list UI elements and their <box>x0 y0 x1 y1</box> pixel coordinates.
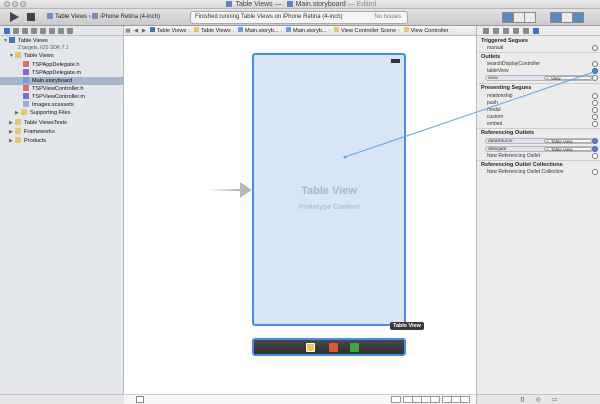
connection-drag-line <box>343 71 595 159</box>
xcode-window: Table Views — Main.storyboard — Edited T… <box>0 0 600 404</box>
connection-line-start <box>343 155 347 159</box>
connection-line <box>344 71 595 158</box>
